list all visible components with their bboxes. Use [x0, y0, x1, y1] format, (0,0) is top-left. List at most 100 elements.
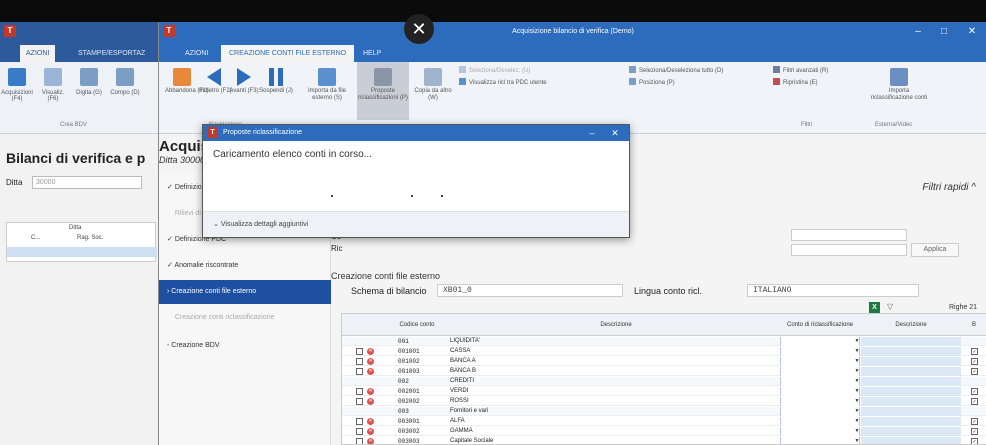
row-flag-checkbox[interactable]: ✓ — [971, 348, 978, 355]
nav-step-creazione-conti[interactable]: › Creazione conti file esterno — [159, 280, 331, 304]
grid-col-code[interactable]: C... — [31, 235, 40, 241]
row-flag-checkbox[interactable]: ✓ — [971, 388, 978, 395]
table-row[interactable]: 001 LIQUIDITA' ▼ — [342, 337, 986, 346]
applica-button[interactable]: Applica — [911, 243, 959, 257]
col-flag[interactable]: B — [964, 314, 984, 336]
maximize-icon[interactable]: □ — [931, 22, 957, 42]
row-checkbox[interactable] — [356, 388, 363, 395]
abbandona-button[interactable]: Abbandona (F1) — [165, 68, 208, 95]
cell-conto-ricl[interactable] — [780, 387, 860, 396]
delete-icon[interactable]: ✕ — [367, 368, 374, 375]
row-checkbox[interactable] — [356, 398, 363, 405]
table-row[interactable]: ✕ 002001 VERDI ▼ ✓ — [342, 387, 986, 396]
table-row[interactable]: ✕ 003002 GAMMA ▼ ✓ — [342, 427, 986, 436]
cell-conto-ricl[interactable] — [780, 417, 860, 426]
delete-icon[interactable]: ✕ — [367, 418, 374, 425]
table-row[interactable]: 003 Fornitori e vari ▼ — [342, 407, 986, 416]
tab-azioni[interactable]: AZIONI — [177, 45, 216, 62]
table-row[interactable]: ✕ 002002 ROSSI ▼ ✓ — [342, 397, 986, 406]
dropdown-arrow-icon[interactable]: ▼ — [854, 388, 860, 395]
col-descrizione[interactable]: Descrizione — [452, 314, 780, 336]
dialog-details-toggle[interactable]: ⌄ Visualizza dettagli aggiuntivi — [203, 211, 629, 237]
cell-conto-ricl[interactable] — [780, 367, 860, 376]
table-row[interactable]: ✕ 003001 ALFA ▼ ✓ — [342, 417, 986, 426]
dropdown-arrow-icon[interactable]: ▼ — [854, 378, 860, 385]
dropdown-arrow-icon[interactable]: ▼ — [854, 338, 860, 345]
grid-col-ragsoc[interactable]: Rag. Soc. — [77, 235, 103, 241]
dialog-minimize-icon[interactable]: – — [583, 125, 601, 141]
row-flag-checkbox[interactable]: ✓ — [971, 358, 978, 365]
row-flag-checkbox[interactable]: ✓ — [971, 398, 978, 405]
tab-creazione-conti[interactable]: CREAZIONE CONTI FILE ESTERNO — [221, 45, 355, 62]
seleziona-deseleziona-button[interactable]: Seleziona/Deselez. (U) — [459, 66, 530, 76]
schema-input[interactable]: XB01_0 — [437, 284, 623, 297]
excel-export-icon[interactable]: X — [869, 302, 880, 313]
dropdown-arrow-icon[interactable]: ▼ — [854, 368, 860, 375]
delete-icon[interactable]: ✕ — [367, 428, 374, 435]
row-flag-checkbox[interactable]: ✓ — [971, 418, 978, 425]
grid-selected-row[interactable] — [7, 247, 157, 257]
cell-conto-ricl[interactable] — [780, 377, 860, 386]
row-checkbox[interactable] — [356, 358, 363, 365]
digita-icon[interactable] — [80, 68, 98, 86]
posiziona-button[interactable]: Posiziona (P) — [629, 78, 675, 88]
dialog-close-icon[interactable]: ✕ — [605, 125, 625, 141]
dropdown-arrow-icon[interactable]: ▼ — [854, 428, 860, 435]
back-tab-azioni[interactable]: AZIONI — [20, 45, 56, 62]
delete-icon[interactable]: ✕ — [367, 348, 374, 355]
compo-icon[interactable] — [116, 68, 134, 86]
back-tab-stampe[interactable]: STAMPE/ESPORTAZ — [72, 45, 151, 62]
cell-conto-ricl[interactable] — [780, 437, 860, 444]
seleziona-tutto-button[interactable]: Seleziona/Deseleziona tutto (D) — [629, 66, 723, 76]
visualizza-icon[interactable] — [44, 68, 62, 86]
ditta-input[interactable]: 30000 — [32, 176, 142, 189]
dropdown-arrow-icon[interactable]: ▼ — [854, 438, 860, 444]
window-close-icon[interactable]: ✕ — [959, 22, 985, 42]
filter-icon[interactable]: ▽ — [887, 302, 893, 311]
row-checkbox[interactable] — [356, 368, 363, 375]
copia-button[interactable]: Copia da altro (W) — [413, 68, 453, 102]
filtri-rapidi-toggle[interactable]: Filtri rapidi ^ — [922, 182, 976, 193]
filter-input-2[interactable] — [791, 244, 907, 256]
cell-conto-ricl[interactable] — [780, 397, 860, 406]
cell-conto-ricl[interactable] — [780, 357, 860, 366]
proposte-button[interactable]: Proposte riclassificazioni (P) — [357, 62, 409, 120]
row-flag-checkbox[interactable]: ✓ — [971, 438, 978, 444]
row-checkbox[interactable] — [356, 348, 363, 355]
col-conto-ricl[interactable]: Conto di riclassificazione — [780, 314, 860, 336]
indietro-button[interactable]: Indietro (F2) — [199, 68, 232, 95]
table-row[interactable]: ✕ 003003 Capitale Sociale ▼ ✓ — [342, 437, 986, 444]
dropdown-arrow-icon[interactable]: ▼ — [854, 348, 860, 355]
delete-icon[interactable]: ✕ — [367, 438, 374, 444]
delete-icon[interactable]: ✕ — [367, 358, 374, 365]
row-flag-checkbox[interactable]: ✓ — [971, 428, 978, 435]
minimize-icon[interactable]: – — [905, 22, 931, 42]
sospendi-button[interactable]: Sospendi (J) — [259, 68, 293, 95]
dropdown-arrow-icon[interactable]: ▼ — [854, 398, 860, 405]
col-codice[interactable]: Codice conto — [382, 314, 452, 336]
delete-icon[interactable]: ✕ — [367, 398, 374, 405]
table-row[interactable]: ✕ 001001 CASSA ▼ ✓ — [342, 347, 986, 356]
cell-conto-ricl[interactable] — [780, 407, 860, 416]
table-row[interactable]: ✕ 001002 BANCA A ▼ ✓ — [342, 357, 986, 366]
cell-conto-ricl[interactable] — [780, 347, 860, 356]
nav-step-creazione-bdv[interactable]: - Creazione BDV — [159, 334, 331, 358]
dropdown-arrow-icon[interactable]: ▼ — [854, 408, 860, 415]
filter-input-1[interactable] — [791, 229, 907, 241]
row-checkbox[interactable] — [356, 418, 363, 425]
delete-icon[interactable]: ✕ — [367, 388, 374, 395]
table-row[interactable]: 002 CREDITI ▼ — [342, 377, 986, 386]
row-flag-checkbox[interactable]: ✓ — [971, 368, 978, 375]
ripristina-button[interactable]: Ripristina (E) — [773, 78, 818, 88]
nav-step-creazione-riclass[interactable]: ✓ Creazione conti riclassificazione — [159, 306, 331, 330]
row-checkbox[interactable] — [356, 428, 363, 435]
cell-conto-ricl[interactable] — [780, 337, 860, 346]
dropdown-arrow-icon[interactable]: ▼ — [854, 418, 860, 425]
visualizza-ricl-button[interactable]: Visualizza ricl tra PDC utente — [459, 78, 547, 88]
filtri-avanzati-button[interactable]: Filtri avanzati (R) — [773, 66, 828, 76]
acquisizioni-icon[interactable] — [8, 68, 26, 86]
tab-help[interactable]: HELP — [355, 45, 389, 62]
lingua-select[interactable]: ITALIANO — [747, 284, 919, 297]
importa-riclassificazione-button[interactable]: Importa riclassificazione conti — [867, 68, 931, 102]
row-checkbox[interactable] — [356, 438, 363, 444]
